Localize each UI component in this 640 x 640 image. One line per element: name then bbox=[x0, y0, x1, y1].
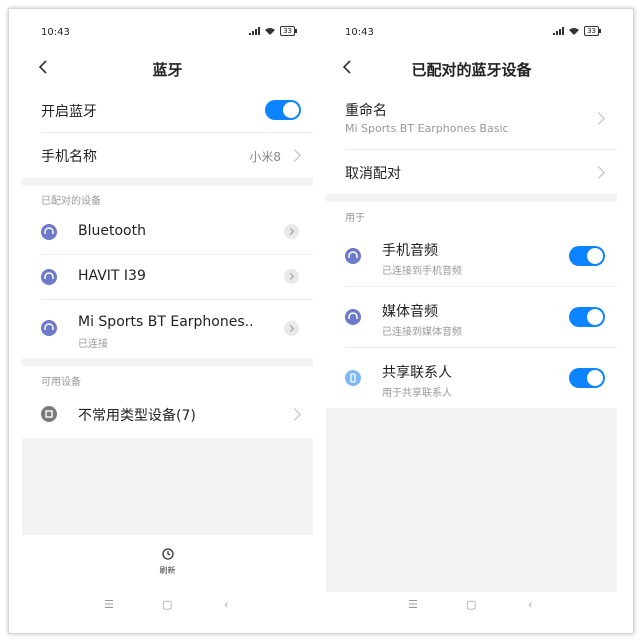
phone-audio-toggle[interactable] bbox=[569, 246, 605, 266]
refresh-icon bbox=[161, 548, 174, 560]
navigation-bar: ☰ ▢ ‹ bbox=[22, 598, 313, 616]
available-device-row[interactable]: 不常用类型设备(7) bbox=[22, 392, 313, 436]
headset-icon bbox=[41, 269, 57, 285]
profile-status: 用于共享联系人 bbox=[382, 388, 452, 399]
refresh-button[interactable]: 刷新 bbox=[22, 546, 313, 576]
profile-name: 手机音频 bbox=[382, 243, 438, 259]
title-bar: 已配对的蓝牙设备 bbox=[326, 54, 617, 84]
status-time: 10:43 bbox=[345, 27, 374, 38]
profile-name: 共享联系人 bbox=[382, 365, 452, 381]
device-name: HAVIT I39 bbox=[78, 268, 146, 284]
status-bar: 10:43 33 bbox=[22, 18, 313, 44]
rename-label: 重命名 bbox=[345, 103, 387, 119]
paired-devices-header: 已配对的设备 bbox=[41, 196, 101, 207]
phone-icon bbox=[345, 370, 361, 386]
media-audio-toggle[interactable] bbox=[569, 307, 605, 327]
use-for-header: 用于 bbox=[345, 213, 365, 224]
signal-icon bbox=[249, 27, 261, 35]
menu-icon[interactable]: ☰ bbox=[104, 598, 114, 611]
profile-phone-audio[interactable]: 手机音频 已连接到手机音频 bbox=[326, 226, 617, 286]
rename-row[interactable]: 重命名 Mi Sports BT Earphones Basic bbox=[326, 90, 617, 148]
unpair-row[interactable]: 取消配对 bbox=[326, 150, 617, 194]
paired-device-settings-screen: 10:43 33 已配对的蓝牙设备 重命名 Mi Sports BT Earph… bbox=[326, 18, 617, 616]
battery-icon: 33 bbox=[280, 26, 297, 36]
back-nav-icon[interactable]: ‹ bbox=[224, 598, 228, 611]
status-icons: 33 bbox=[249, 26, 297, 36]
refresh-label: 刷新 bbox=[159, 566, 176, 575]
profile-status: 已连接到手机音频 bbox=[382, 266, 462, 277]
title-bar: 蓝牙 bbox=[22, 54, 313, 84]
device-full-name: Mi Sports BT Earphones Basic bbox=[345, 122, 509, 135]
navigation-bar: ☰ ▢ ‹ bbox=[326, 598, 617, 616]
headset-icon bbox=[345, 248, 361, 264]
page-title: 已配对的蓝牙设备 bbox=[411, 61, 532, 79]
bluetooth-settings-screen: 10:43 33 蓝牙 开启蓝牙 手机名称 小米8 已配对的设备 Bluetoo… bbox=[22, 18, 313, 616]
device-name: Mi Sports BT Earphones.. bbox=[78, 314, 254, 330]
phone-name-value: 小米8 bbox=[249, 150, 281, 164]
status-time: 10:43 bbox=[41, 27, 70, 38]
chevron-right-icon bbox=[592, 166, 605, 179]
home-icon[interactable]: ▢ bbox=[162, 598, 172, 611]
profile-share-contacts[interactable]: 共享联系人 用于共享联系人 bbox=[326, 348, 617, 408]
chevron-right-icon bbox=[288, 408, 301, 421]
paired-device-mi-sports[interactable]: Mi Sports BT Earphones.. 已连接 bbox=[22, 300, 313, 356]
status-icons: 33 bbox=[553, 26, 601, 36]
chevron-right-icon bbox=[288, 149, 301, 162]
section-gap bbox=[22, 178, 313, 186]
page-title: 蓝牙 bbox=[152, 61, 183, 79]
battery-icon: 33 bbox=[584, 26, 601, 36]
signal-icon bbox=[553, 27, 565, 35]
device-status: 已连接 bbox=[78, 339, 108, 350]
headset-icon bbox=[41, 320, 57, 336]
home-icon[interactable]: ▢ bbox=[466, 598, 476, 611]
unpair-label: 取消配对 bbox=[345, 166, 401, 182]
profile-media-audio[interactable]: 媒体音频 已连接到媒体音频 bbox=[326, 287, 617, 347]
device-icon bbox=[41, 406, 57, 422]
share-contacts-toggle[interactable] bbox=[569, 368, 605, 388]
bluetooth-toggle-label: 开启蓝牙 bbox=[41, 104, 97, 120]
headset-icon bbox=[345, 309, 361, 325]
empty-area bbox=[326, 408, 617, 592]
profile-name: 媒体音频 bbox=[382, 304, 438, 320]
device-name: 不常用类型设备(7) bbox=[78, 408, 196, 424]
device-details-icon[interactable] bbox=[284, 224, 299, 239]
phone-name-label: 手机名称 bbox=[41, 149, 97, 165]
paired-device-havit[interactable]: HAVIT I39 bbox=[22, 255, 313, 299]
bluetooth-toggle[interactable] bbox=[265, 100, 301, 120]
bluetooth-toggle-row[interactable]: 开启蓝牙 bbox=[22, 88, 313, 132]
wifi-icon bbox=[265, 27, 276, 35]
status-bar: 10:43 33 bbox=[326, 18, 617, 44]
chevron-right-icon bbox=[592, 112, 605, 125]
profile-status: 已连接到媒体音频 bbox=[382, 327, 462, 338]
device-details-icon[interactable] bbox=[284, 269, 299, 284]
device-details-icon[interactable] bbox=[284, 321, 299, 336]
headset-icon bbox=[41, 224, 57, 240]
section-gap bbox=[22, 358, 313, 366]
available-devices-header: 可用设备 bbox=[41, 377, 81, 388]
menu-icon[interactable]: ☰ bbox=[408, 598, 418, 611]
wifi-icon bbox=[569, 27, 580, 35]
phone-name-row[interactable]: 手机名称 小米8 bbox=[22, 133, 313, 177]
paired-device-bluetooth[interactable]: Bluetooth bbox=[22, 210, 313, 254]
empty-area bbox=[22, 438, 313, 535]
device-name: Bluetooth bbox=[78, 223, 146, 239]
back-nav-icon[interactable]: ‹ bbox=[528, 598, 532, 611]
section-gap bbox=[326, 194, 617, 202]
